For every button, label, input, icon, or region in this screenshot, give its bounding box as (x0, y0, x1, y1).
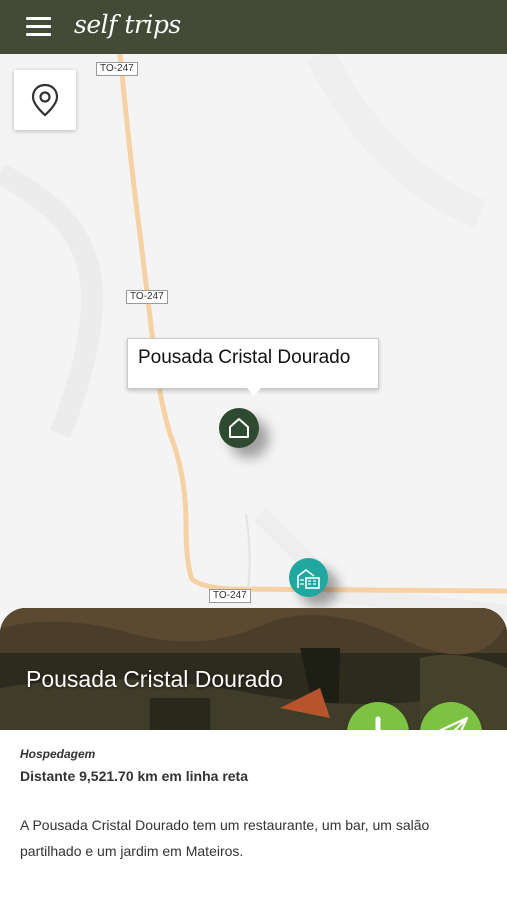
map-view[interactable]: TO-247 TO-247 TO-247 Pousada Cristal Dou… (0, 54, 507, 654)
place-description: A Pousada Cristal Dourado tem um restaur… (20, 817, 430, 859)
map-pin-icon (31, 83, 59, 117)
place-details: Hospedagem Distante 9,521.70 km em linha… (0, 730, 507, 900)
app-header: self trips (0, 0, 507, 54)
app-logo: self trips (74, 10, 181, 39)
place-detail-sheet: Pousada Cristal Dourado IR Hospedagem Di… (0, 608, 507, 900)
callout-pointer (247, 388, 261, 396)
place-distance: Distante 9,521.70 km em linha reta (20, 768, 248, 784)
road-label: TO-247 (209, 589, 251, 603)
place-marker[interactable] (289, 558, 328, 597)
my-location-button[interactable] (14, 70, 76, 130)
place-category: Hospedagem (20, 747, 96, 761)
house-icon (229, 418, 249, 438)
road-label: TO-247 (96, 62, 138, 76)
place-title: Pousada Cristal Dourado (26, 666, 283, 692)
building-icon (296, 568, 320, 589)
road-label: TO-247 (126, 290, 168, 304)
menu-button[interactable] (22, 12, 56, 42)
lodging-marker[interactable] (219, 408, 259, 448)
marker-callout[interactable]: Pousada Cristal Dourado (127, 338, 379, 389)
